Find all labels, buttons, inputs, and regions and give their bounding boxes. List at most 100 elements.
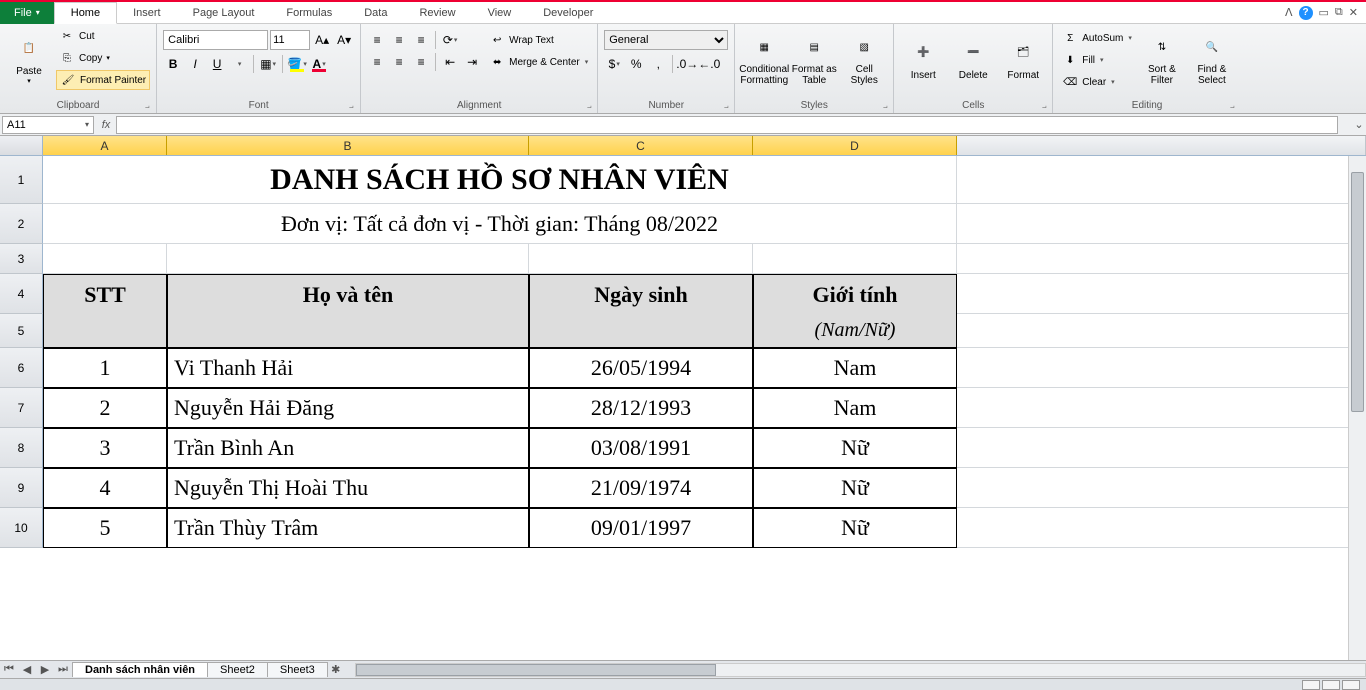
delete-cells-button[interactable]: ➖Delete xyxy=(950,26,996,92)
name-box[interactable]: A11 xyxy=(2,116,94,134)
bold-button[interactable]: B xyxy=(163,54,183,74)
underline-button[interactable]: U xyxy=(207,54,227,74)
header-gender-sub[interactable]: (Nam/Nữ) xyxy=(753,314,957,348)
cell-name[interactable]: Trần Thùy Trâm xyxy=(167,508,529,548)
sort-filter-button[interactable]: ⇅Sort & Filter xyxy=(1139,26,1185,92)
row-header[interactable]: 10 xyxy=(0,508,43,548)
cell[interactable] xyxy=(529,244,753,274)
cell[interactable] xyxy=(957,348,1366,388)
fill-button[interactable]: ⬇Fill xyxy=(1059,50,1135,70)
close-icon[interactable]: ✕ xyxy=(1349,6,1358,19)
col-header-c[interactable]: C xyxy=(529,136,753,155)
sheet-nav-prev[interactable]: ◀ xyxy=(18,663,36,676)
font-size-select[interactable] xyxy=(270,30,310,50)
wrap-text-button[interactable]: ↩Wrap Text xyxy=(486,30,591,50)
scrollbar-thumb[interactable] xyxy=(356,664,716,676)
cell[interactable] xyxy=(957,388,1366,428)
cell-name[interactable]: Trần Bình An xyxy=(167,428,529,468)
decrease-decimal-icon[interactable]: ←.0 xyxy=(699,54,719,74)
tab-home[interactable]: Home xyxy=(54,2,117,24)
autosum-button[interactable]: ΣAutoSum xyxy=(1059,28,1135,48)
conditional-formatting-button[interactable]: ▦Conditional Formatting xyxy=(741,26,787,92)
cell-gender[interactable]: Nam xyxy=(753,348,957,388)
decrease-font-icon[interactable]: A▾ xyxy=(334,30,354,50)
page-layout-view-icon[interactable] xyxy=(1322,680,1340,690)
cell-dob[interactable]: 28/12/1993 xyxy=(529,388,753,428)
cell[interactable] xyxy=(957,274,1366,314)
font-name-select[interactable] xyxy=(163,30,268,50)
vertical-scrollbar[interactable] xyxy=(1348,156,1366,660)
header-dob[interactable]: Ngày sinh xyxy=(529,274,753,314)
sheet-tab-1[interactable]: Danh sách nhân viên xyxy=(72,662,208,677)
cell-gender[interactable]: Nữ xyxy=(753,428,957,468)
cell-dob[interactable]: 09/01/1997 xyxy=(529,508,753,548)
header-dob-2[interactable] xyxy=(529,314,753,348)
col-header-d[interactable]: D xyxy=(753,136,957,155)
tab-review[interactable]: Review xyxy=(403,2,471,24)
horizontal-scrollbar[interactable] xyxy=(355,663,1366,677)
cell-gender[interactable]: Nữ xyxy=(753,508,957,548)
sheet-tab-2[interactable]: Sheet2 xyxy=(207,662,268,677)
header-stt-2[interactable] xyxy=(43,314,167,348)
worksheet-grid[interactable]: A B C D 1 DANH SÁCH HỒ SƠ NHÂN VIÊN 2 Đơ… xyxy=(0,136,1366,660)
row-header[interactable]: 9 xyxy=(0,468,43,508)
cell-dob[interactable]: 03/08/1991 xyxy=(529,428,753,468)
cell[interactable] xyxy=(957,156,1366,204)
header-name[interactable]: Họ và tên xyxy=(167,274,529,314)
sheet-nav-next[interactable]: ▶ xyxy=(36,663,54,676)
tab-insert[interactable]: Insert xyxy=(117,2,177,24)
col-header-a[interactable]: A xyxy=(43,136,167,155)
formula-input[interactable] xyxy=(116,116,1338,134)
cell-gender[interactable]: Nam xyxy=(753,388,957,428)
cell-gender[interactable]: Nữ xyxy=(753,468,957,508)
row-header[interactable]: 8 xyxy=(0,428,43,468)
comma-format-button[interactable]: , xyxy=(648,54,668,74)
new-sheet-button[interactable]: ✱ xyxy=(327,663,345,676)
cell[interactable] xyxy=(957,468,1366,508)
cell[interactable] xyxy=(957,428,1366,468)
cell-dob[interactable]: 26/05/1994 xyxy=(529,348,753,388)
find-select-button[interactable]: 🔍Find & Select xyxy=(1189,26,1235,92)
align-middle-icon[interactable]: ≡ xyxy=(389,30,409,50)
cell[interactable] xyxy=(43,244,167,274)
restore-icon[interactable]: ⧉ xyxy=(1335,6,1343,19)
align-top-icon[interactable]: ≡ xyxy=(367,30,387,50)
row-header[interactable]: 1 xyxy=(0,156,43,204)
percent-format-button[interactable]: % xyxy=(626,54,646,74)
tab-view[interactable]: View xyxy=(472,2,528,24)
cell-stt[interactable]: 5 xyxy=(43,508,167,548)
cell[interactable] xyxy=(753,244,957,274)
orientation-button[interactable]: ⟳ xyxy=(440,30,460,50)
accounting-format-button[interactable]: $ xyxy=(604,54,624,74)
select-all-corner[interactable] xyxy=(0,136,43,155)
header-gender[interactable]: Giới tính xyxy=(753,274,957,314)
help-icon[interactable]: ? xyxy=(1299,6,1313,20)
increase-indent-icon[interactable]: ⇥ xyxy=(462,52,482,72)
paste-button[interactable]: 📋 Paste ▾ xyxy=(6,26,52,92)
cell-name[interactable]: Nguyễn Thị Hoài Thu xyxy=(167,468,529,508)
cell[interactable] xyxy=(957,508,1366,548)
sheet-nav-last[interactable]: ⏭ xyxy=(54,663,72,676)
font-color-button[interactable]: A xyxy=(309,54,329,74)
header-name-2[interactable] xyxy=(167,314,529,348)
normal-view-icon[interactable] xyxy=(1302,680,1320,690)
row-header[interactable]: 3 xyxy=(0,244,43,274)
tab-page-layout[interactable]: Page Layout xyxy=(177,2,271,24)
minimize-icon[interactable]: ▭ xyxy=(1319,6,1329,19)
clear-button[interactable]: ⌫Clear xyxy=(1059,72,1135,92)
expand-formula-bar-icon[interactable]: ⌄ xyxy=(1352,118,1366,131)
cell-name[interactable]: Vi Thanh Hải xyxy=(167,348,529,388)
cell[interactable] xyxy=(957,204,1366,244)
title-cell[interactable]: DANH SÁCH HỒ SƠ NHÂN VIÊN xyxy=(43,156,957,204)
copy-button[interactable]: ⎘Copy▾ xyxy=(56,48,150,68)
align-bottom-icon[interactable]: ≡ xyxy=(411,30,431,50)
fx-icon[interactable]: fx xyxy=(96,119,116,131)
cell-stt[interactable]: 4 xyxy=(43,468,167,508)
cut-button[interactable]: ✂Cut xyxy=(56,26,150,46)
merge-center-button[interactable]: ⬌Merge & Center xyxy=(486,52,591,72)
tab-formulas[interactable]: Formulas xyxy=(270,2,348,24)
minimize-ribbon-icon[interactable]: ᐱ xyxy=(1285,6,1293,19)
border-button[interactable]: ▦ xyxy=(258,54,278,74)
sheet-tab-3[interactable]: Sheet3 xyxy=(267,662,328,677)
decrease-indent-icon[interactable]: ⇤ xyxy=(440,52,460,72)
